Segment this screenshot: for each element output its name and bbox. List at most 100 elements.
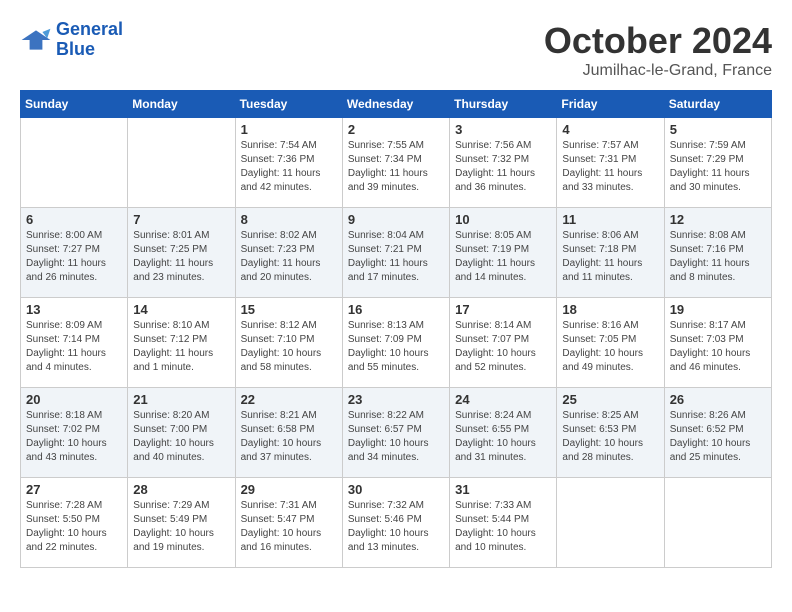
location-title: Jumilhac-le-Grand, France [544,62,772,80]
day-number: 10 [455,212,551,227]
calendar-cell: 5 Sunrise: 7:59 AM Sunset: 7:29 PM Daylig… [664,118,771,208]
calendar-cell: 2 Sunrise: 7:55 AM Sunset: 7:34 PM Daylig… [342,118,449,208]
day-number: 30 [348,482,444,497]
calendar-cell: 17 Sunrise: 8:14 AM Sunset: 7:07 PM Dayli… [450,298,557,388]
day-info: Sunrise: 8:20 AM Sunset: 7:00 PM Dayligh… [133,409,229,465]
day-number: 26 [670,392,766,407]
calendar-cell: 20 Sunrise: 8:18 AM Sunset: 7:02 PM Dayli… [21,388,128,478]
day-number: 1 [241,122,337,137]
day-number: 16 [348,302,444,317]
day-info: Sunrise: 7:28 AM Sunset: 5:50 PM Dayligh… [26,499,122,555]
calendar-cell: 7 Sunrise: 8:01 AM Sunset: 7:25 PM Daylig… [128,208,235,298]
day-number: 14 [133,302,229,317]
calendar-week-4: 27 Sunrise: 7:28 AM Sunset: 5:50 PM Dayli… [21,478,772,568]
col-sunday: Sunday [21,91,128,118]
day-number: 7 [133,212,229,227]
calendar-cell: 14 Sunrise: 8:10 AM Sunset: 7:12 PM Dayli… [128,298,235,388]
day-info: Sunrise: 7:56 AM Sunset: 7:32 PM Dayligh… [455,139,551,195]
calendar-cell: 22 Sunrise: 8:21 AM Sunset: 6:58 PM Dayli… [235,388,342,478]
col-thursday: Thursday [450,91,557,118]
calendar-cell: 27 Sunrise: 7:28 AM Sunset: 5:50 PM Dayli… [21,478,128,568]
col-tuesday: Tuesday [235,91,342,118]
day-number: 3 [455,122,551,137]
calendar-cell: 21 Sunrise: 8:20 AM Sunset: 7:00 PM Dayli… [128,388,235,478]
col-saturday: Saturday [664,91,771,118]
day-info: Sunrise: 8:22 AM Sunset: 6:57 PM Dayligh… [348,409,444,465]
logo: General Blue [20,20,123,60]
day-info: Sunrise: 8:14 AM Sunset: 7:07 PM Dayligh… [455,319,551,375]
logo-text: General Blue [56,20,123,60]
day-number: 17 [455,302,551,317]
calendar-week-1: 6Sunrise: 8:00 AM Sunset: 7:27 PM Daylig… [21,208,772,298]
day-info: Sunrise: 7:32 AM Sunset: 5:46 PM Dayligh… [348,499,444,555]
day-info: Sunrise: 8:06 AM Sunset: 7:18 PM Dayligh… [562,229,658,285]
day-number: 21 [133,392,229,407]
calendar-cell [21,118,128,208]
calendar-cell: 26Sunrise: 8:26 AM Sunset: 6:52 PM Dayli… [664,388,771,478]
day-number: 23 [348,392,444,407]
day-info: Sunrise: 8:00 AM Sunset: 7:27 PM Dayligh… [26,229,122,285]
day-number: 2 [348,122,444,137]
day-number: 28 [133,482,229,497]
day-info: Sunrise: 7:59 AM Sunset: 7:29 PM Dayligh… [670,139,766,195]
calendar-cell [664,478,771,568]
calendar-cell: 24Sunrise: 8:24 AM Sunset: 6:55 PM Dayli… [450,388,557,478]
calendar-table: Sunday Monday Tuesday Wednesday Thursday… [20,90,772,568]
day-number: 18 [562,302,658,317]
day-info: Sunrise: 8:08 AM Sunset: 7:16 PM Dayligh… [670,229,766,285]
title-block: October 2024 Jumilhac-le-Grand, France [544,20,772,80]
calendar-cell: 15 Sunrise: 8:12 AM Sunset: 7:10 PM Dayli… [235,298,342,388]
day-info: Sunrise: 8:21 AM Sunset: 6:58 PM Dayligh… [241,409,337,465]
calendar-cell: 23 Sunrise: 8:22 AM Sunset: 6:57 PM Dayli… [342,388,449,478]
calendar-cell: 18 Sunrise: 8:16 AM Sunset: 7:05 PM Dayli… [557,298,664,388]
day-info: Sunrise: 8:13 AM Sunset: 7:09 PM Dayligh… [348,319,444,375]
calendar-cell: 28 Sunrise: 7:29 AM Sunset: 5:49 PM Dayli… [128,478,235,568]
day-number: 29 [241,482,337,497]
day-info: Sunrise: 7:55 AM Sunset: 7:34 PM Dayligh… [348,139,444,195]
calendar-cell: 31 Sunrise: 7:33 AM Sunset: 5:44 PM Dayli… [450,478,557,568]
day-info: Sunrise: 7:29 AM Sunset: 5:49 PM Dayligh… [133,499,229,555]
day-info: Sunrise: 8:16 AM Sunset: 7:05 PM Dayligh… [562,319,658,375]
day-info: Sunrise: 7:57 AM Sunset: 7:31 PM Dayligh… [562,139,658,195]
calendar-cell: 13Sunrise: 8:09 AM Sunset: 7:14 PM Dayli… [21,298,128,388]
day-info: Sunrise: 8:05 AM Sunset: 7:19 PM Dayligh… [455,229,551,285]
day-info: Sunrise: 8:01 AM Sunset: 7:25 PM Dayligh… [133,229,229,285]
day-info: Sunrise: 7:31 AM Sunset: 5:47 PM Dayligh… [241,499,337,555]
month-title: October 2024 [544,20,772,62]
day-info: Sunrise: 8:18 AM Sunset: 7:02 PM Dayligh… [26,409,122,465]
calendar-week-2: 13Sunrise: 8:09 AM Sunset: 7:14 PM Dayli… [21,298,772,388]
calendar-week-0: 1 Sunrise: 7:54 AM Sunset: 7:36 PM Daylig… [21,118,772,208]
col-wednesday: Wednesday [342,91,449,118]
day-number: 25 [562,392,658,407]
calendar-cell [128,118,235,208]
day-info: Sunrise: 8:10 AM Sunset: 7:12 PM Dayligh… [133,319,229,375]
calendar-cell: 11 Sunrise: 8:06 AM Sunset: 7:18 PM Dayli… [557,208,664,298]
day-info: Sunrise: 8:12 AM Sunset: 7:10 PM Dayligh… [241,319,337,375]
calendar-cell: 10 Sunrise: 8:05 AM Sunset: 7:19 PM Dayli… [450,208,557,298]
calendar-cell: 25Sunrise: 8:25 AM Sunset: 6:53 PM Dayli… [557,388,664,478]
calendar-cell: 4Sunrise: 7:57 AM Sunset: 7:31 PM Daylig… [557,118,664,208]
day-info: Sunrise: 7:54 AM Sunset: 7:36 PM Dayligh… [241,139,337,195]
col-monday: Monday [128,91,235,118]
day-number: 31 [455,482,551,497]
day-number: 12 [670,212,766,227]
day-number: 27 [26,482,122,497]
logo-icon [20,24,52,56]
calendar-cell [557,478,664,568]
day-info: Sunrise: 8:02 AM Sunset: 7:23 PM Dayligh… [241,229,337,285]
day-number: 20 [26,392,122,407]
day-number: 22 [241,392,337,407]
day-number: 11 [562,212,658,227]
day-number: 8 [241,212,337,227]
day-info: Sunrise: 8:17 AM Sunset: 7:03 PM Dayligh… [670,319,766,375]
calendar-cell: 12 Sunrise: 8:08 AM Sunset: 7:16 PM Dayli… [664,208,771,298]
day-number: 5 [670,122,766,137]
calendar-week-3: 20 Sunrise: 8:18 AM Sunset: 7:02 PM Dayli… [21,388,772,478]
day-info: Sunrise: 7:33 AM Sunset: 5:44 PM Dayligh… [455,499,551,555]
day-number: 15 [241,302,337,317]
day-number: 13 [26,302,122,317]
day-number: 24 [455,392,551,407]
header-row: Sunday Monday Tuesday Wednesday Thursday… [21,91,772,118]
day-number: 9 [348,212,444,227]
page-header: General Blue October 2024 Jumilhac-le-Gr… [20,20,772,80]
